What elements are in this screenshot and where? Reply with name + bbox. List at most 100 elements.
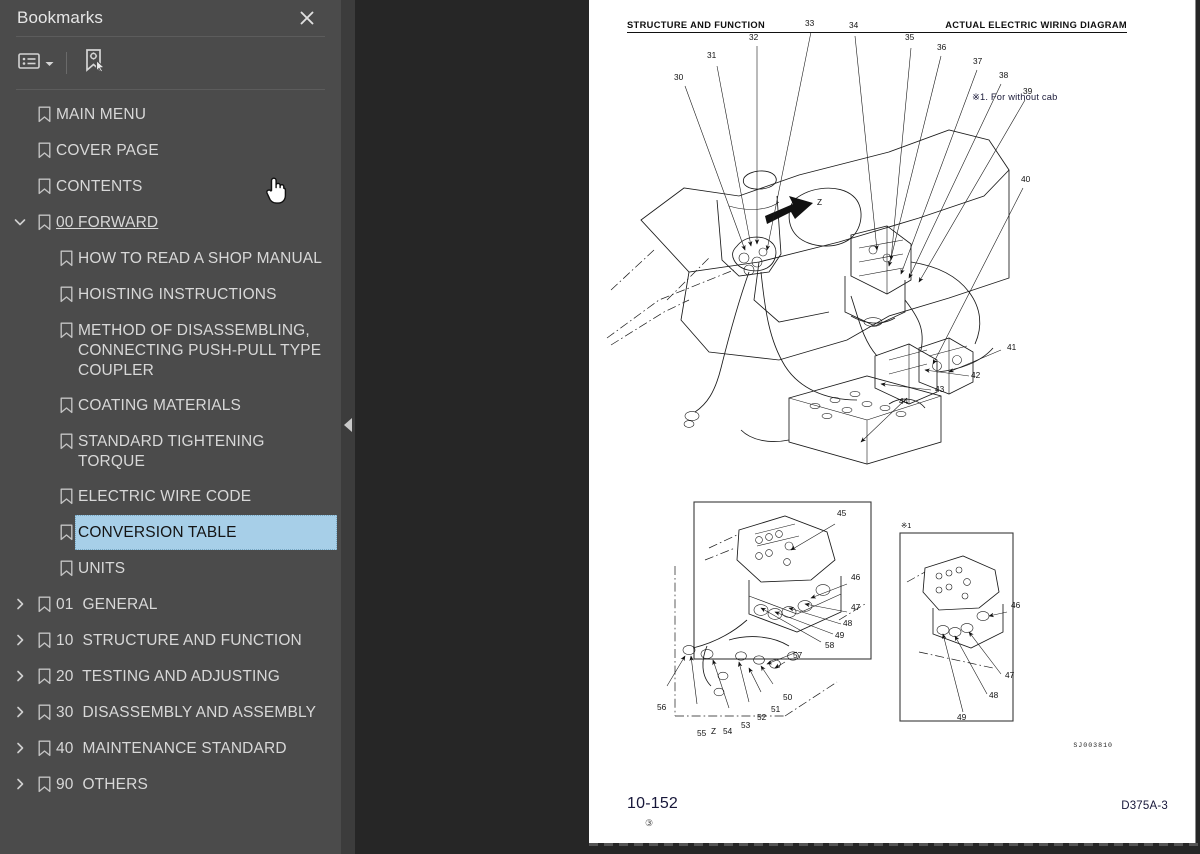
bookmark-item-cover-page[interactable]: COVER PAGE — [0, 133, 341, 169]
bookmark-item-main-menu[interactable]: MAIN MENU — [0, 97, 341, 133]
bookmark-icon — [54, 479, 78, 505]
bookmark-item-01-general[interactable]: 01 GENERAL — [0, 587, 341, 623]
bookmark-item-label: CONVERSION TABLE — [75, 515, 337, 550]
callout-36: 36 — [937, 42, 947, 52]
drawing-number: SJ003810 — [1073, 742, 1113, 749]
bookmark-item-standard-tightening-torque[interactable]: STANDARD TIGHTENING TORQUE — [0, 424, 341, 479]
callout-50: 50 — [783, 692, 793, 702]
bookmark-item-30-disassembly-and-assembly[interactable]: 30 DISASSEMBLY AND ASSEMBLY — [0, 695, 341, 731]
bookmark-icon — [54, 241, 78, 267]
inset-callout-46: 46 — [1011, 600, 1021, 610]
pdf-page[interactable]: STRUCTURE AND FUNCTION ACTUAL ELECTRIC W… — [589, 0, 1196, 843]
callout-51: 51 — [771, 704, 781, 714]
bookmark-item-label: 40 MAINTENANCE STANDARD — [56, 740, 287, 757]
bookmark-item-hoisting-instructions[interactable]: HOISTING INSTRUCTIONS — [0, 277, 341, 313]
chevron-right-icon[interactable] — [8, 767, 32, 790]
bookmarks-panel-header: Bookmarks — [0, 0, 341, 36]
bookmark-item-20-testing-and-adjusting[interactable]: 20 TESTING AND ADJUSTING — [0, 659, 341, 695]
callout-45: 45 — [837, 508, 847, 518]
model-code: D375A-3 — [1121, 800, 1168, 812]
bookmark-item-conversion-table[interactable]: CONVERSION TABLE — [0, 515, 341, 551]
bookmark-tree[interactable]: MAIN MENU COVER PAGE CONTENTS 00 FORWARD HOW… — [0, 90, 341, 854]
bookmark-item-00-forward[interactable]: 00 FORWARD — [0, 205, 341, 241]
chevron-down-icon[interactable] — [8, 205, 32, 228]
bookmark-item-label: STANDARD TIGHTENING TORQUE — [78, 433, 269, 470]
bookmark-item-label: HOW TO READ A SHOP MANUAL — [78, 250, 323, 267]
inset-callout-49: 49 — [957, 712, 967, 722]
new-bookmark-button[interactable] — [77, 46, 113, 80]
callout-46: 46 — [851, 572, 861, 582]
wiring-diagram-figure: .ln { stroke:#1a1a1a; stroke-width:.85; … — [589, 0, 1195, 843]
bookmarks-toolbar — [0, 37, 341, 89]
callout-42: 42 — [971, 370, 981, 380]
close-icon[interactable] — [293, 4, 321, 32]
toolbar-divider — [66, 52, 67, 74]
bookmark-icon — [54, 277, 78, 303]
bookmark-icon — [32, 169, 56, 195]
chevron-down-icon — [45, 54, 54, 72]
callout-53: 53 — [741, 720, 751, 730]
bookmark-icon — [32, 659, 56, 685]
callout-56: 56 — [657, 702, 667, 712]
new-bookmark-icon — [83, 48, 107, 79]
bookmark-icon — [32, 205, 56, 231]
bookmark-item-label: HOISTING INSTRUCTIONS — [78, 286, 277, 303]
callout-43: 43 — [935, 384, 945, 394]
detail-frame — [693, 501, 872, 660]
callout-33: 33 — [805, 18, 815, 28]
callout-40: 40 — [1021, 174, 1031, 184]
bookmark-item-label: CONTENTS — [56, 178, 143, 195]
bookmark-item-units[interactable]: UNITS — [0, 551, 341, 587]
callout-54: 54 — [723, 726, 733, 736]
bookmark-item-label: UNITS — [78, 560, 126, 577]
bookmark-options-button[interactable] — [16, 46, 58, 80]
bookmark-icon — [54, 424, 78, 450]
bookmark-item-90-others[interactable]: 90 OTHERS — [0, 767, 341, 803]
callout-49: 49 — [835, 630, 845, 640]
callout-47: 47 — [851, 602, 861, 612]
bookmark-item-electric-wire-code[interactable]: ELECTRIC WIRE CODE — [0, 479, 341, 515]
bookmark-item-label: COVER PAGE — [56, 142, 159, 159]
callout-35: 35 — [905, 32, 915, 42]
bookmark-item-label: ELECTRIC WIRE CODE — [78, 488, 252, 505]
chevron-right-icon[interactable] — [8, 587, 32, 610]
bookmark-item-method-of-disassembling-connecting-push-pull-type-coupler[interactable]: METHOD OF DISASSEMBLING, CONNECTING PUSH… — [0, 313, 341, 388]
bookmark-item-label: 00 FORWARD — [56, 214, 159, 231]
panel-collapse-handle[interactable] — [341, 0, 355, 854]
chevron-right-icon[interactable] — [8, 695, 32, 718]
bookmark-item-40-maintenance-standard[interactable]: 40 MAINTENANCE STANDARD — [0, 731, 341, 767]
callout-57: 57 — [793, 650, 803, 660]
bookmark-item-10-structure-and-function[interactable]: 10 STRUCTURE AND FUNCTION — [0, 623, 341, 659]
callout-z-detail: Z — [711, 726, 716, 736]
callout-39: 39 — [1023, 86, 1033, 96]
bookmark-item-label: MAIN MENU — [56, 106, 147, 123]
chevron-right-icon[interactable] — [8, 731, 32, 754]
inset-callout-48: 48 — [989, 690, 999, 700]
callout-31: 31 — [707, 50, 717, 60]
bookmark-item-label: METHOD OF DISASSEMBLING, CONNECTING PUSH… — [78, 322, 326, 379]
page-revision-mark: ③ — [645, 818, 654, 828]
chevron-right-icon[interactable] — [8, 659, 32, 682]
bookmark-icon — [32, 587, 56, 613]
chevron-right-icon[interactable] — [8, 623, 32, 646]
direction-mark-z: Z — [817, 197, 822, 207]
bookmark-icon — [54, 313, 78, 339]
bookmark-item-contents[interactable]: CONTENTS — [0, 169, 341, 205]
inset-callout-47: 47 — [1005, 670, 1015, 680]
bookmark-item-label: 20 TESTING AND ADJUSTING — [56, 668, 280, 685]
triangle-left-icon — [343, 417, 353, 437]
callout-55: 55 — [697, 728, 707, 738]
callout-41: 41 — [1007, 342, 1017, 352]
bookmark-item-coating-materials[interactable]: COATING MATERIALS — [0, 388, 341, 424]
bookmarks-panel: Bookmarks MAIN MENU COVER PAGE CONTENTS … — [0, 0, 341, 854]
bookmark-icon — [32, 97, 56, 123]
bookmark-icon — [32, 623, 56, 649]
bookmark-item-how-to-read-a-shop-manual[interactable]: HOW TO READ A SHOP MANUAL — [0, 241, 341, 277]
bookmark-icon — [32, 731, 56, 757]
